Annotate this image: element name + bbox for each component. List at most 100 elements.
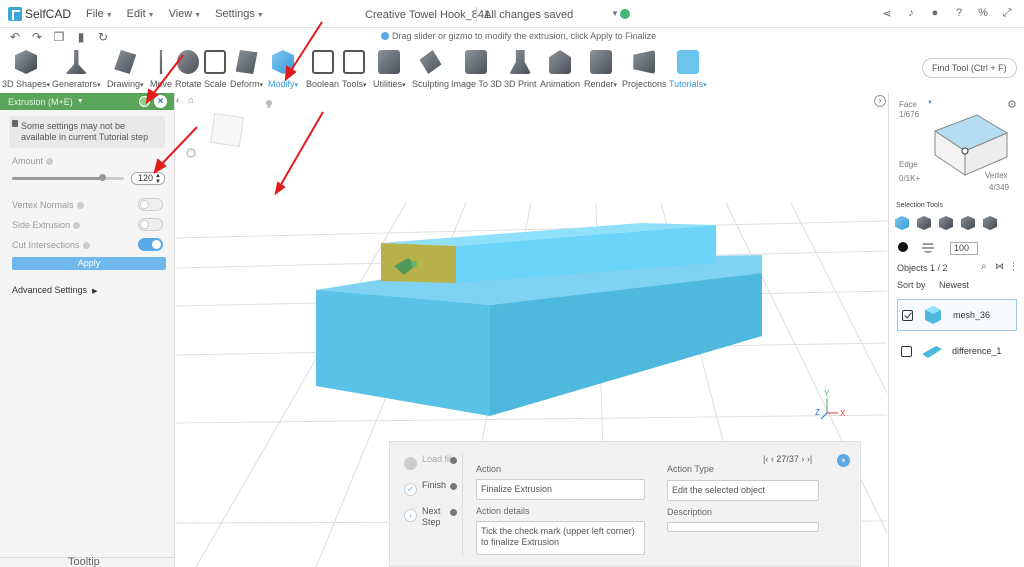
- close-icon[interactable]: ×: [837, 454, 850, 467]
- description-field: [667, 522, 819, 532]
- app-logo[interactable]: SelfCAD: [8, 6, 72, 21]
- tooltip-bar[interactable]: Tooltip: [0, 556, 175, 567]
- tool-projections[interactable]: Projections: [622, 50, 667, 89]
- svg-text:X: X: [840, 409, 846, 418]
- object-checkbox[interactable]: [902, 309, 913, 321]
- tool-animation[interactable]: Animation: [540, 50, 580, 89]
- tool-tutorials[interactable]: Tutorials▾: [669, 50, 707, 89]
- tool-scale[interactable]: Scale: [204, 50, 227, 89]
- copy-icon[interactable]: ❐: [52, 30, 66, 44]
- select-mesh-icon[interactable]: [983, 216, 997, 230]
- more-icon[interactable]: ⋮: [1009, 261, 1018, 272]
- user-icon[interactable]: ●: [928, 6, 942, 20]
- cut-intersections-toggle[interactable]: [138, 238, 163, 251]
- vertex-label[interactable]: Vertex: [985, 171, 1008, 180]
- first-step-icon[interactable]: |‹: [763, 454, 768, 464]
- tool-boolean[interactable]: Boolean: [306, 50, 339, 89]
- edge-label[interactable]: Edge: [899, 160, 918, 169]
- info-icon: [46, 158, 54, 165]
- advanced-settings-toggle[interactable]: Advanced Settings ▶: [12, 285, 97, 295]
- tool-deform[interactable]: Deform▾: [230, 50, 263, 89]
- find-tool-input[interactable]: Find Tool (Ctrl + F): [922, 58, 1017, 78]
- tool-3d-print[interactable]: 3D Print: [504, 50, 537, 89]
- step-finish[interactable]: ✓ Finish: [402, 480, 460, 506]
- help-icon[interactable]: ?: [952, 6, 966, 20]
- action-details-label: Action details: [476, 506, 530, 516]
- side-extrusion-toggle[interactable]: [138, 218, 163, 231]
- action-type-field: Edit the selected object: [667, 480, 819, 501]
- vertex-normals-toggle[interactable]: [138, 198, 163, 211]
- top-right-icons: ⋖ ♪ ● ? % ⤢: [870, 6, 1014, 20]
- history-icon[interactable]: ↻: [96, 30, 110, 44]
- selfcad-logo-icon: [8, 6, 22, 21]
- step-load-file[interactable]: Load file: [402, 454, 460, 480]
- percent-icon[interactable]: %: [976, 6, 990, 20]
- sort-label: Sort by: [897, 280, 926, 290]
- share-icon[interactable]: ⋖: [880, 6, 894, 20]
- tool-utilities[interactable]: Utilities▾: [373, 50, 406, 89]
- tool-move[interactable]: Move: [150, 50, 172, 89]
- tool-render[interactable]: Render▾: [584, 50, 617, 89]
- apply-button[interactable]: Apply: [12, 257, 166, 270]
- next-step-icon[interactable]: ›: [801, 454, 804, 464]
- merge-icon[interactable]: ⋈: [995, 261, 1004, 272]
- select-object-icon[interactable]: [895, 216, 909, 230]
- search-icon[interactable]: ⌕: [981, 261, 987, 272]
- select-face-icon[interactable]: [917, 216, 931, 230]
- face-label[interactable]: Face: [899, 100, 917, 109]
- save-status: All changes saved: [484, 9, 574, 21]
- light-icon[interactable]: [264, 98, 274, 112]
- object-row-mesh[interactable]: mesh_36: [897, 299, 1017, 331]
- step-next[interactable]: › Next Step: [402, 506, 460, 532]
- fullscreen-icon[interactable]: ⤢: [1000, 6, 1014, 20]
- delete-icon[interactable]: ▮: [74, 30, 88, 44]
- menu-view[interactable]: View ▼: [169, 8, 202, 20]
- mini-view-cube[interactable]: [210, 113, 244, 147]
- undo-icon[interactable]: ↶: [8, 30, 22, 44]
- face-count: 1/676: [899, 110, 920, 119]
- object-row-difference[interactable]: difference_1: [897, 335, 1017, 367]
- tool-image-to-3d[interactable]: Image To 3D: [451, 50, 502, 89]
- menu-settings[interactable]: Settings ▼: [215, 8, 264, 20]
- tool-generators[interactable]: Generators▾: [52, 50, 101, 89]
- selection-view-cube[interactable]: [929, 105, 1009, 177]
- amount-input[interactable]: 120 ▲ ▼: [131, 172, 165, 185]
- last-step-icon[interactable]: ›|: [807, 454, 812, 464]
- chevron-down-icon[interactable]: ▼: [611, 9, 619, 18]
- tool-drawing[interactable]: Drawing▾: [107, 50, 144, 89]
- menu-edit[interactable]: Edit ▼: [127, 8, 155, 20]
- tool-tools[interactable]: Tools▾: [342, 50, 367, 89]
- annotation-arrows: [274, 111, 324, 196]
- close-icon[interactable]: ×: [154, 95, 167, 108]
- select-edge-icon[interactable]: [939, 216, 953, 230]
- home-icon[interactable]: ⌂: [188, 95, 198, 106]
- menu-file[interactable]: File ▼: [86, 8, 113, 20]
- collapse-panel-icon[interactable]: ‹: [176, 95, 186, 105]
- drawing-icon: [114, 50, 137, 74]
- color-swatch[interactable]: [898, 242, 908, 252]
- object-checkbox[interactable]: [901, 345, 912, 357]
- chevron-down-icon[interactable]: ▼: [77, 98, 84, 105]
- texture-icon[interactable]: [922, 241, 934, 253]
- camera-icon[interactable]: [186, 148, 196, 158]
- collapse-right-icon[interactable]: ›: [874, 95, 886, 107]
- amount-slider[interactable]: [12, 174, 124, 181]
- redo-icon[interactable]: ↷: [30, 30, 44, 44]
- document-title[interactable]: Creative Towel Hook_841: [365, 9, 490, 21]
- select-vertex-icon[interactable]: [961, 216, 975, 230]
- selection-tools: [895, 216, 1005, 230]
- extrusion-panel: Extrusion (M+E) ▼ × Some settings may not…: [0, 93, 175, 567]
- slider-thumb[interactable]: [98, 174, 106, 181]
- tool-rotate[interactable]: Rotate: [175, 50, 202, 89]
- prev-step-icon[interactable]: ‹: [771, 454, 774, 464]
- sort-select[interactable]: Newest: [939, 280, 969, 290]
- tools-icon: [343, 50, 366, 74]
- tool-3d-shapes[interactable]: 3D Shapes▾: [2, 50, 50, 89]
- opacity-input[interactable]: 100: [950, 242, 978, 255]
- tool-modify[interactable]: Modify▾: [268, 50, 298, 89]
- vertex-count: 4/349: [989, 183, 1010, 192]
- bell-icon[interactable]: ♪: [904, 6, 918, 20]
- utilities-icon: [378, 50, 401, 74]
- finalize-check-icon[interactable]: [139, 96, 150, 107]
- tool-sculpting[interactable]: Sculpting: [412, 50, 449, 89]
